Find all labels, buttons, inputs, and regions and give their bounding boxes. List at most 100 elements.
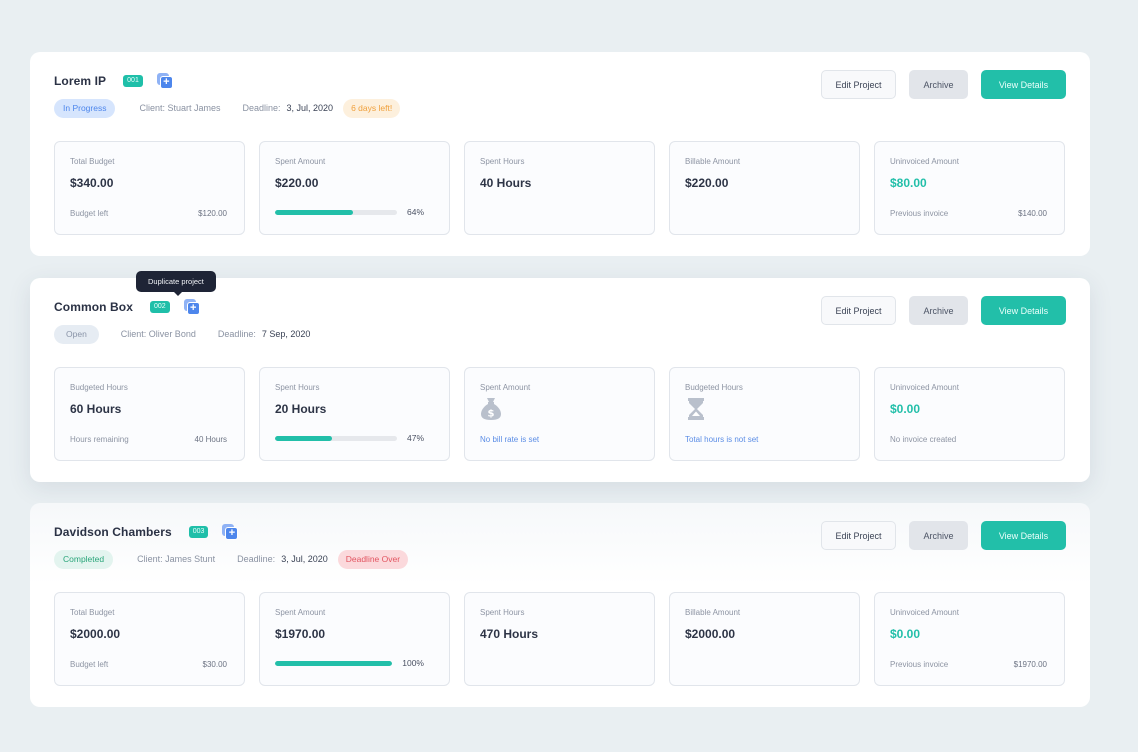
hourglass-icon <box>688 398 704 420</box>
stat-label: Uninvoiced Amount <box>890 608 959 617</box>
project-name: Lorem IP <box>54 74 107 88</box>
stat-value: 40 Hours <box>480 176 532 190</box>
stat-foot-label: Hours remaining <box>70 435 129 444</box>
progress-percent: 64% <box>406 207 424 217</box>
stat-value: $220.00 <box>275 176 319 190</box>
stat-card-budgeted-hours: Budgeted Hours 60 Hours Hours remaining 4… <box>54 367 245 461</box>
stat-label: Spent Hours <box>275 383 320 392</box>
duplicate-project-icon[interactable]: + <box>222 524 239 540</box>
money-bag-icon: $ <box>481 398 501 420</box>
stat-card-spent-hours: Spent Hours 20 Hours 47% <box>259 367 450 461</box>
svg-text:$: $ <box>488 409 495 420</box>
stat-value: $1970.00 <box>275 627 326 641</box>
stat-label: Total Budget <box>70 608 115 617</box>
stat-foot-label: Budget left <box>70 209 109 218</box>
archive-button[interactable]: Archive <box>909 70 968 99</box>
stat-value: $80.00 <box>890 176 927 190</box>
stat-foot-value: $30.00 <box>202 660 227 669</box>
stat-foot-label: Previous invoice <box>890 660 949 669</box>
project-id-badge: 001 <box>123 75 143 87</box>
duplicate-project-tooltip: Duplicate project <box>136 271 216 296</box>
stat-card-spent-amount: Spent Amount $ No bill rate is set <box>464 367 655 461</box>
stats-row: Total Budget $340.00 Budget left $120.00 … <box>54 141 1065 235</box>
stat-value: $2000.00 <box>70 627 121 641</box>
edit-project-button[interactable]: Edit Project <box>821 521 896 550</box>
stat-card-total-budget: Total Budget $340.00 Budget left $120.00 <box>54 141 245 235</box>
edit-project-button[interactable]: Edit Project <box>821 70 896 99</box>
status-badge: Completed <box>54 549 114 569</box>
archive-button[interactable]: Archive <box>909 521 968 550</box>
view-details-button[interactable]: View Details <box>981 70 1066 99</box>
project-card: Common Box 002 + Open Client: Oliver Bon… <box>30 278 1090 482</box>
view-details-button[interactable]: View Details <box>981 296 1066 325</box>
stats-row: Budgeted Hours 60 Hours Hours remaining 4… <box>54 367 1065 461</box>
stat-value: $340.00 <box>70 176 114 190</box>
empty-note: Total hours is not set <box>685 435 759 444</box>
stat-value: $0.00 <box>890 402 921 416</box>
stat-label: Billable Amount <box>685 157 741 166</box>
stat-card-billable-amount: Billable Amount $220.00 <box>669 141 860 235</box>
project-actions: Edit Project Archive View Details <box>821 521 1066 550</box>
stat-card-spent-amount: Spent Amount $220.00 64% <box>259 141 450 235</box>
project-id-badge: 003 <box>188 526 209 538</box>
stat-label: Spent Amount <box>480 383 531 392</box>
deadline-label: Deadline: <box>242 103 281 113</box>
archive-button[interactable]: Archive <box>909 296 968 325</box>
stat-card-total-budget: Total Budget $2000.00 Budget left $30.00 <box>54 592 245 686</box>
empty-note: No bill rate is set <box>480 435 540 444</box>
deadline-label: Deadline: <box>217 329 256 339</box>
stat-card-uninvoiced-amount: Uninvoiced Amount $0.00 Previous invoice… <box>874 592 1065 686</box>
stat-value: 20 Hours <box>275 402 327 416</box>
stat-card-spent-hours: Spent Hours 470 Hours <box>464 592 655 686</box>
deadline-label: Deadline: <box>237 554 276 564</box>
edit-project-button[interactable]: Edit Project <box>821 296 896 325</box>
stat-value: 470 Hours <box>480 627 539 641</box>
stats-row: Total Budget $2000.00 Budget left $30.00 … <box>54 592 1065 686</box>
stat-card-billable-amount: Billable Amount $2000.00 <box>669 592 860 686</box>
view-details-button[interactable]: View Details <box>981 521 1066 550</box>
stat-foot-value: $140.00 <box>1018 209 1047 218</box>
duplicate-project-icon[interactable]: + <box>183 299 200 315</box>
stat-foot-label: Budget left <box>70 660 109 669</box>
project-header: Lorem IP 001 + In Progress Client: Stuar… <box>54 72 401 122</box>
stat-value: $220.00 <box>685 176 729 190</box>
status-badge: Open <box>54 324 99 344</box>
project-header: Common Box 002 + Open Client: Oliver Bon… <box>54 298 320 348</box>
project-actions: Edit Project Archive View Details <box>821 296 1066 325</box>
stat-card-uninvoiced-amount: Uninvoiced Amount $0.00 No invoice creat… <box>874 367 1065 461</box>
stat-foot-label: Previous invoice <box>890 209 949 218</box>
stat-label: Budgeted Hours <box>70 383 128 392</box>
project-header: Davidson Chambers 003 + Completed Client… <box>54 523 409 573</box>
stat-label: Spent Amount <box>275 608 326 617</box>
stat-foot-value: 40 Hours <box>194 435 227 444</box>
client-name: Client: Stuart James <box>139 103 221 113</box>
stat-label: Billable Amount <box>685 608 741 617</box>
deadline-date: 7 Sep, 2020 <box>261 329 311 339</box>
project-id-badge: 002 <box>150 301 170 313</box>
progress-bar <box>275 435 397 441</box>
stat-foot-value: $120.00 <box>198 209 227 218</box>
stat-foot-value: $1970.00 <box>1013 660 1047 669</box>
stat-label: Spent Hours <box>480 608 525 617</box>
stat-foot-label: No invoice created <box>890 435 957 444</box>
stat-label: Uninvoiced Amount <box>890 383 959 392</box>
progress-bar <box>275 660 393 666</box>
project-card: Davidson Chambers 003 + Completed Client… <box>30 503 1090 707</box>
stat-value: $0.00 <box>890 627 921 641</box>
stat-label: Budgeted Hours <box>685 383 743 392</box>
deadline-date: 3, Jul, 2020 <box>286 103 334 113</box>
duplicate-project-icon[interactable]: + <box>156 73 173 89</box>
stat-value: 60 Hours <box>70 402 122 416</box>
project-card: Lorem IP 001 + In Progress Client: Stuar… <box>30 52 1090 256</box>
stat-card-budgeted-hours: Budgeted Hours Total hours is not set <box>669 367 860 461</box>
project-actions: Edit Project Archive View Details <box>821 70 1066 99</box>
progress-bar <box>275 209 397 215</box>
deadline-note-badge: Deadline Over <box>337 549 409 569</box>
stat-label: Uninvoiced Amount <box>890 157 959 166</box>
status-badge: In Progress <box>54 98 116 118</box>
deadline-note-badge: 6 days left! <box>343 98 401 118</box>
stat-card-spent-amount: Spent Amount $1970.00 100% <box>259 592 450 686</box>
client-name: Client: Oliver Bond <box>120 329 196 339</box>
progress-percent: 47% <box>406 433 424 443</box>
stat-label: Spent Amount <box>275 157 326 166</box>
